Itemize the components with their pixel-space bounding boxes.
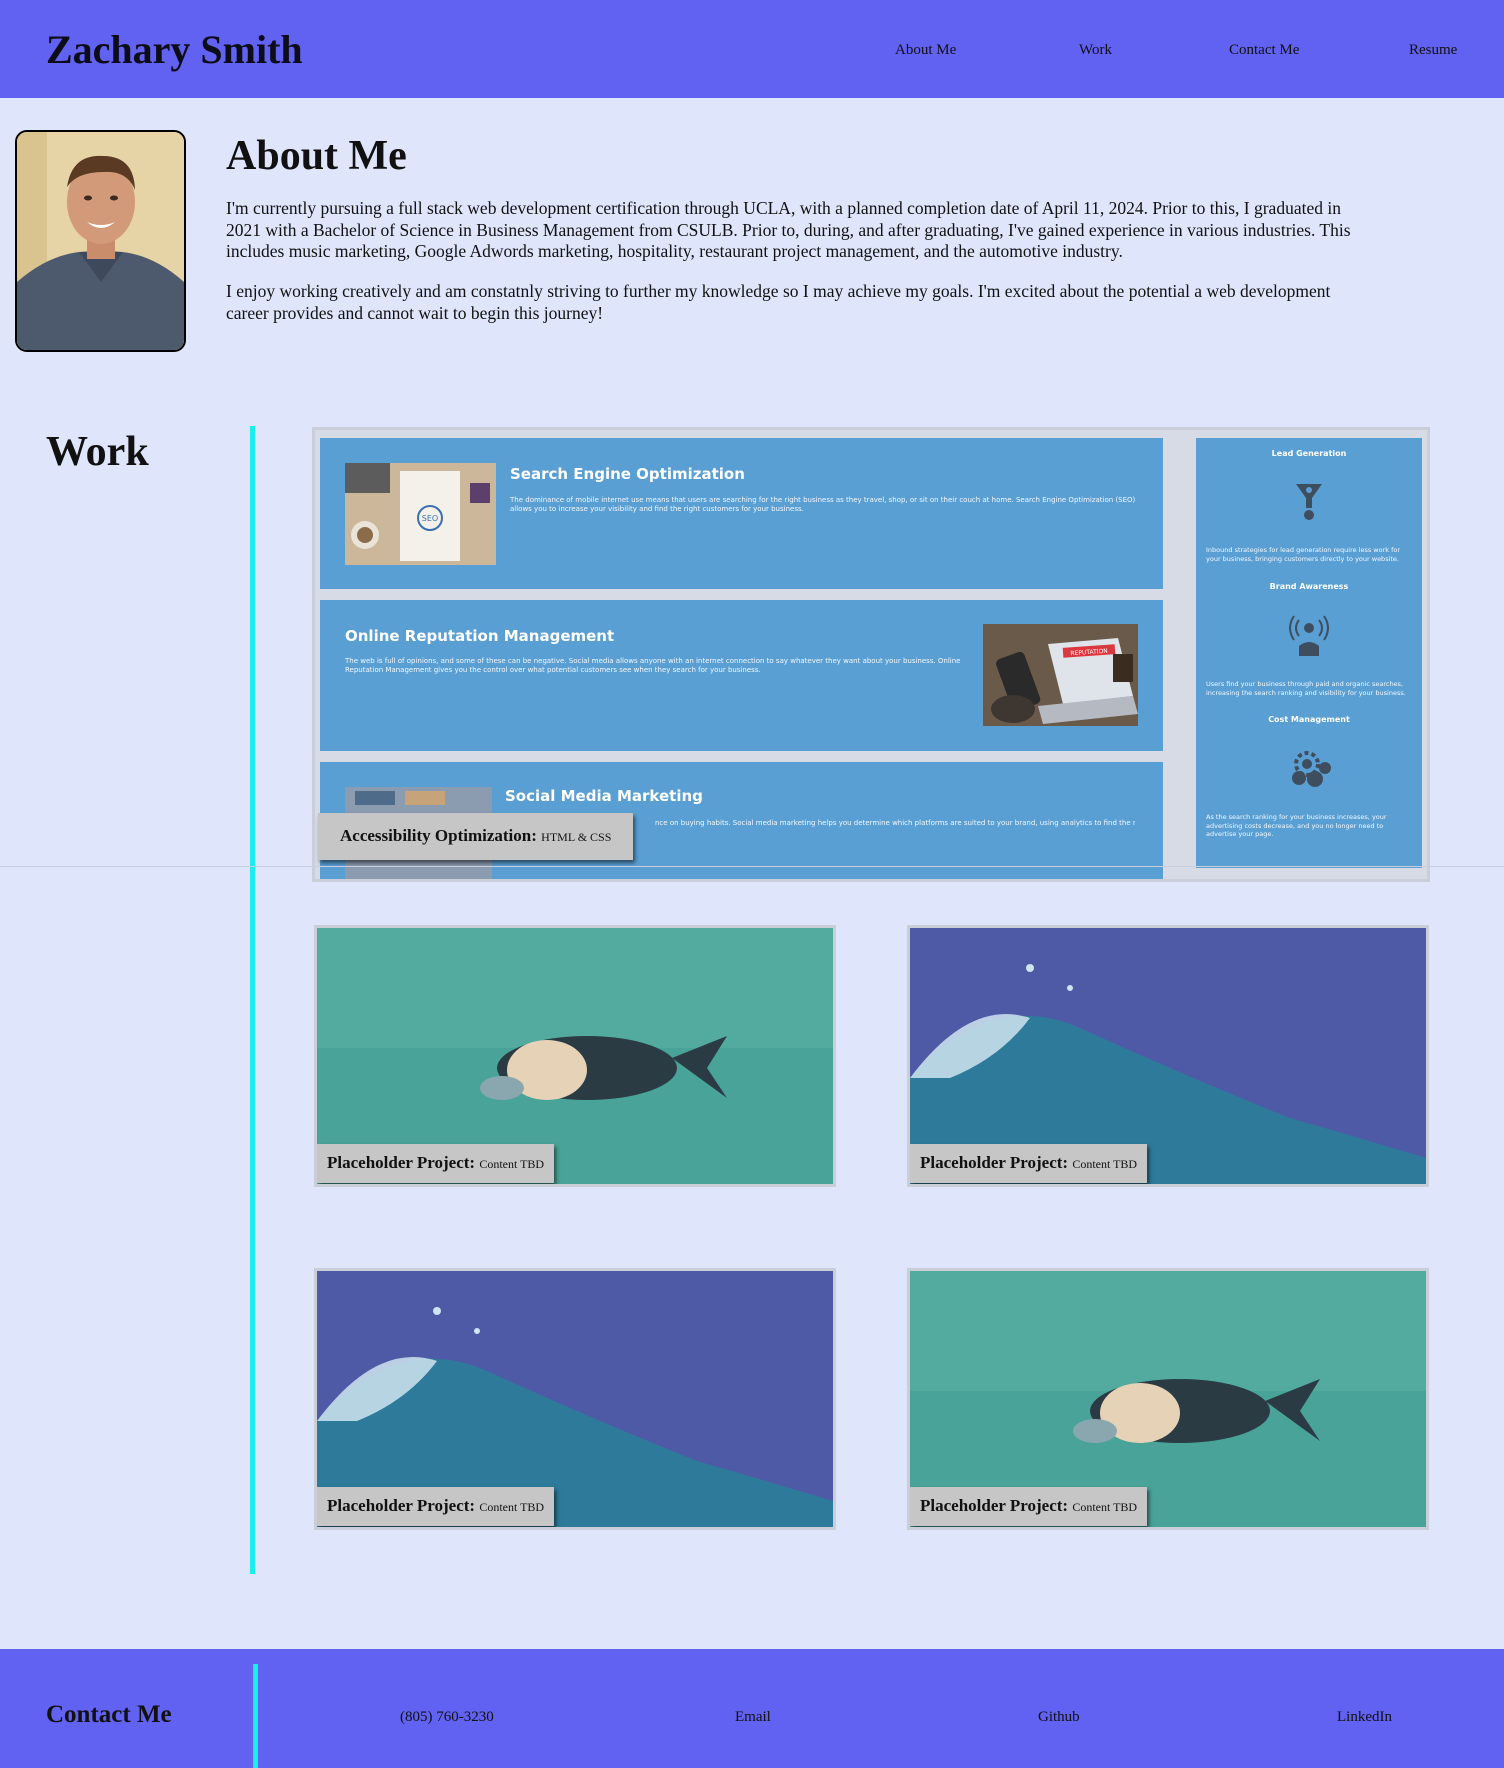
- about-paragraph-1: I'm currently pursuing a full stack web …: [226, 198, 1351, 261]
- site-title: Zachary Smith: [46, 27, 303, 72]
- lead-generation-title: Lead Generation: [1271, 449, 1347, 458]
- site-header: Zachary Smith About Me Work Contact Me R…: [0, 0, 1504, 98]
- project-card-4[interactable]: Placeholder Project: Content TBD: [907, 1268, 1429, 1530]
- seo-card-text: The dominance of mobile internet use mea…: [510, 496, 1136, 513]
- project-card-3[interactable]: Placeholder Project: Content TBD: [314, 1268, 836, 1530]
- reputation-card-title: Online Reputation Management: [345, 627, 615, 645]
- benefits-column: Lead Generation Inbound strategies for l…: [1196, 438, 1422, 868]
- divider-line: [0, 866, 1504, 867]
- seo-image: SEO: [345, 463, 496, 565]
- linkedin-link[interactable]: LinkedIn: [1337, 1707, 1392, 1727]
- project-label-3: Placeholder Project: Content TBD: [317, 1487, 555, 1526]
- project-label-2: Placeholder Project: Content TBD: [910, 1144, 1148, 1183]
- reputation-card-text: The web is full of opinions, and some of…: [345, 657, 961, 674]
- seo-card: SEO Search Engine Optimization The domin…: [320, 438, 1163, 589]
- nav-about-me[interactable]: About Me: [895, 40, 956, 60]
- work-accent-bar: [250, 426, 255, 1574]
- project-tech-2: Content TBD: [1072, 1157, 1138, 1171]
- contact-heading: Contact Me: [46, 1701, 172, 1728]
- project-tech-1: Content TBD: [479, 1157, 545, 1171]
- nav-work[interactable]: Work: [1079, 40, 1112, 60]
- seo-card-title: Search Engine Optimization: [510, 465, 745, 483]
- brand-awareness-text: Users find your business through paid an…: [1206, 680, 1406, 697]
- reputation-card: Online Reputation Management The web is …: [320, 600, 1163, 751]
- featured-project-tech: HTML & CSS: [541, 830, 612, 844]
- project-title-3: Placeholder Project:: [327, 1496, 476, 1515]
- profile-photo: [15, 130, 186, 352]
- project-title-1: Placeholder Project:: [327, 1153, 476, 1172]
- broadcast-icon: [1289, 615, 1329, 656]
- project-card-1[interactable]: Placeholder Project: Content TBD: [314, 925, 836, 1187]
- project-label-1: Placeholder Project: Content TBD: [317, 1144, 555, 1183]
- brand-awareness-title: Brand Awareness: [1269, 582, 1349, 591]
- work-heading: Work: [46, 429, 149, 475]
- featured-project-label: Accessibility Optimization: HTML & CSS: [318, 813, 634, 860]
- project-title-4: Placeholder Project:: [920, 1496, 1069, 1515]
- nav-contact-me[interactable]: Contact Me: [1229, 40, 1299, 60]
- email-link[interactable]: Email: [735, 1707, 771, 1727]
- cost-management-title: Cost Management: [1268, 715, 1350, 724]
- nav-resume[interactable]: Resume: [1409, 40, 1457, 60]
- phone-link[interactable]: (805) 760-3230: [400, 1707, 494, 1727]
- svg-text:SEO: SEO: [422, 514, 438, 523]
- footer-accent-bar: [253, 1664, 258, 1768]
- lead-generation-text: Inbound strategies for lead generation r…: [1206, 546, 1401, 563]
- project-card-2[interactable]: Placeholder Project: Content TBD: [907, 925, 1429, 1187]
- featured-project[interactable]: SEO Search Engine Optimization The domin…: [312, 427, 1430, 882]
- social-media-card-title: Social Media Marketing: [505, 787, 703, 805]
- project-label-4: Placeholder Project: Content TBD: [910, 1487, 1148, 1526]
- featured-project-title: Accessibility Optimization:: [340, 826, 537, 845]
- project-tech-4: Content TBD: [1072, 1500, 1138, 1514]
- github-link[interactable]: Github: [1038, 1707, 1080, 1727]
- about-paragraph-2: I enjoy working creatively and am consta…: [226, 281, 1331, 323]
- reputation-image: REPUTATION: [983, 624, 1138, 726]
- project-tech-3: Content TBD: [479, 1500, 545, 1514]
- cost-management-text: As the search ranking for your business …: [1206, 813, 1387, 838]
- project-title-2: Placeholder Project:: [920, 1153, 1069, 1172]
- about-heading: About Me: [226, 133, 407, 179]
- funnel-icon: [1296, 484, 1322, 520]
- gear-dollar-icon: [1292, 751, 1331, 787]
